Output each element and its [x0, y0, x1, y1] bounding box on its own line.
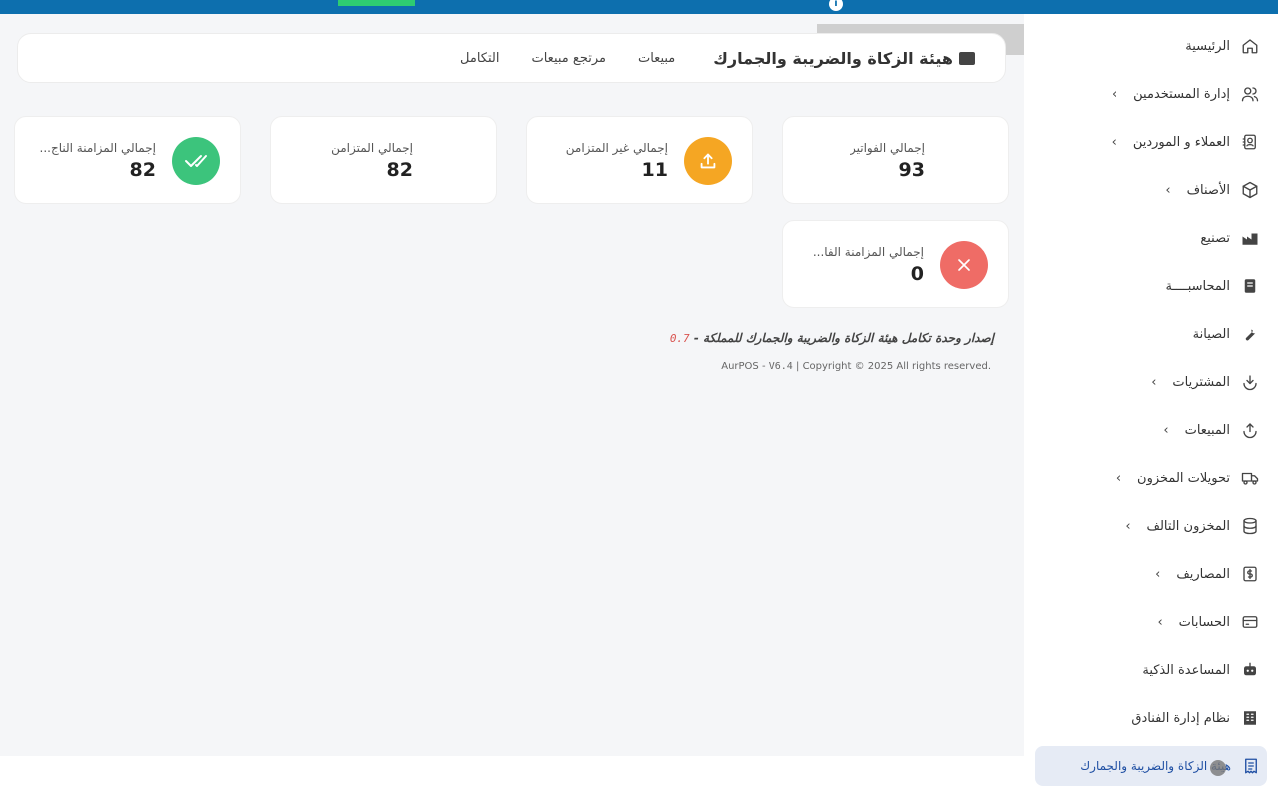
stat-synced: إجمالي المتزامن 82: [270, 116, 497, 204]
sidebar-item-label: المخزون التالف: [1146, 518, 1230, 534]
card-icon: [1240, 612, 1260, 632]
double-check-icon: [172, 137, 220, 185]
sidebar-item-9[interactable]: تحويلات المخزون ‹: [1036, 460, 1266, 496]
stat-title: إجمالي الفواتير: [850, 141, 925, 155]
sidebar-item-14[interactable]: نظام إدارة الفنادق: [1036, 700, 1266, 736]
bottom-strip: [0, 756, 1024, 796]
sidebar-item-8[interactable]: المبيعات ‹: [1036, 412, 1266, 448]
sidebar-item-label: المشتريات: [1172, 374, 1230, 390]
chevron-left-icon: ‹: [1163, 422, 1169, 438]
chevron-left-icon: ‹: [1165, 182, 1171, 198]
tab-integration[interactable]: التكامل: [460, 51, 499, 66]
copyright-version: V6.4: [768, 361, 793, 372]
sidebar-item-label: تحويلات المخزون: [1137, 470, 1230, 486]
sidebar-item-15[interactable]: هيئة الزكاة والضريبة والجمارك: [1035, 746, 1267, 786]
sidebar-item-label: المصاريف: [1176, 566, 1230, 582]
module-version-title: إصدار وحدة تكامل هيئة الزكاة والضريبة وا…: [670, 331, 994, 345]
factory-icon: [1240, 228, 1260, 248]
sidebar-item-1[interactable]: إدارة المستخدمين ‹: [1036, 76, 1266, 112]
sidebar-item-2[interactable]: العملاء و الموردين ‹: [1036, 124, 1266, 160]
ledger-icon: [1240, 276, 1260, 296]
sidebar-item-label: المساعدة الذكية: [1142, 662, 1230, 678]
header-brand: هيئة الزكاة والضريبة والجمارك: [713, 49, 975, 68]
sidebar-item-3[interactable]: الأصناف ‹: [1036, 172, 1266, 208]
copyright: AurPOS - V6.4 | Copyright © 2025 All rig…: [721, 361, 991, 372]
copyright-prefix: AurPOS -: [721, 361, 769, 372]
mouse-cursor: [1210, 760, 1226, 776]
stat-value: 0: [910, 263, 924, 285]
building-icon: [1240, 708, 1260, 728]
tab-sales[interactable]: مبيعات: [638, 51, 675, 66]
stat-value: 11: [641, 159, 668, 181]
chevron-left-icon: ‹: [1151, 374, 1157, 390]
header-card: هيئة الزكاة والضريبة والجمارك مبيعات مرت…: [17, 33, 1006, 83]
dollar-icon: [1240, 564, 1260, 584]
chevron-left-icon: ‹: [1125, 518, 1131, 534]
contacts-icon: [1240, 132, 1260, 152]
chevron-left-icon: ‹: [1111, 86, 1118, 102]
stat-unsynced: إجمالي غير المتزامن 11: [526, 116, 753, 204]
module-version-label: إصدار وحدة تكامل هيئة الزكاة والضريبة وا…: [693, 331, 994, 345]
users-icon: [1240, 84, 1260, 104]
sidebar-item-label: تصنيع: [1200, 230, 1230, 246]
sidebar-item-7[interactable]: المشتريات ‹: [1036, 364, 1266, 400]
info-icon[interactable]: i: [829, 0, 843, 11]
stat-title: إجمالي غير المتزامن: [565, 141, 668, 155]
sidebar-item-label: المبيعات: [1184, 422, 1230, 438]
sidebar-item-label: المحاسبــــة: [1165, 278, 1230, 294]
stat-sync-failed: إجمالي المزامنة الفا... 0: [782, 220, 1009, 308]
sidebar-item-label: الصيانة: [1192, 326, 1230, 342]
box-icon: [1240, 180, 1260, 200]
sidebar-item-11[interactable]: المصاريف ‹: [1036, 556, 1266, 592]
home-icon: [1240, 36, 1260, 56]
download-icon: [1240, 372, 1260, 392]
chevron-left-icon: ‹: [1111, 134, 1117, 150]
sidebar-item-4[interactable]: تصنيع: [1036, 220, 1266, 256]
sidebar-item-label: إدارة المستخدمين: [1133, 86, 1230, 102]
upload-icon: [684, 137, 732, 185]
chevron-left-icon: ‹: [1157, 614, 1163, 630]
database-icon: [1240, 516, 1260, 536]
stat-value: 82: [129, 159, 156, 181]
copyright-suffix: | Copyright © 2025 All rights reserved.: [792, 361, 991, 372]
wallet-icon: [959, 51, 975, 65]
stat-sync-success: إجمالي المزامنة الناج... 82: [14, 116, 241, 204]
sidebar-item-10[interactable]: المخزون التالف ‹: [1036, 508, 1266, 544]
sidebar-item-label: الحسابات: [1178, 614, 1230, 630]
stat-total-invoices: إجمالي الفواتير 93: [782, 116, 1009, 204]
sidebar-item-6[interactable]: الصيانة: [1036, 316, 1266, 352]
stat-value: 82: [386, 159, 413, 181]
sidebar-item-label: هيئة الزكاة والضريبة والجمارك: [1080, 759, 1231, 773]
upload-icon: [1240, 420, 1260, 440]
sidebar-item-12[interactable]: الحسابات ‹: [1036, 604, 1266, 640]
robot-icon: [1240, 660, 1260, 680]
sidebar-item-label: نظام إدارة الفنادق: [1131, 710, 1230, 726]
sidebar-item-0[interactable]: الرئيسية: [1036, 28, 1266, 64]
wrench-icon: [1240, 324, 1260, 344]
stat-value: 93: [898, 159, 925, 181]
receipt-icon: [1241, 756, 1261, 776]
sidebar-item-label: الرئيسية: [1185, 38, 1230, 54]
chevron-left-icon: ‹: [1155, 566, 1161, 582]
top-bar: i: [0, 0, 1278, 14]
stat-title: إجمالي المتزامن: [331, 141, 413, 155]
sidebar-item-label: الأصناف: [1186, 182, 1230, 198]
chevron-left-icon: ‹: [1115, 470, 1122, 486]
module-version-number: 0.7: [669, 332, 690, 345]
sidebar-item-5[interactable]: المحاسبــــة: [1036, 268, 1266, 304]
sidebar-item-label: العملاء و الموردين: [1132, 134, 1230, 150]
stat-title: إجمالي المزامنة الناج...: [39, 141, 156, 155]
truck-icon: [1240, 468, 1260, 488]
stat-title: إجمالي المزامنة الفا...: [812, 245, 924, 259]
close-icon: [940, 241, 988, 289]
top-progress-indicator: [338, 0, 415, 6]
header-brand-label: هيئة الزكاة والضريبة والجمارك: [713, 48, 953, 68]
sidebar-item-13[interactable]: المساعدة الذكية: [1036, 652, 1266, 688]
tab-sales-returns[interactable]: مرتجع مبيعات: [531, 51, 605, 66]
